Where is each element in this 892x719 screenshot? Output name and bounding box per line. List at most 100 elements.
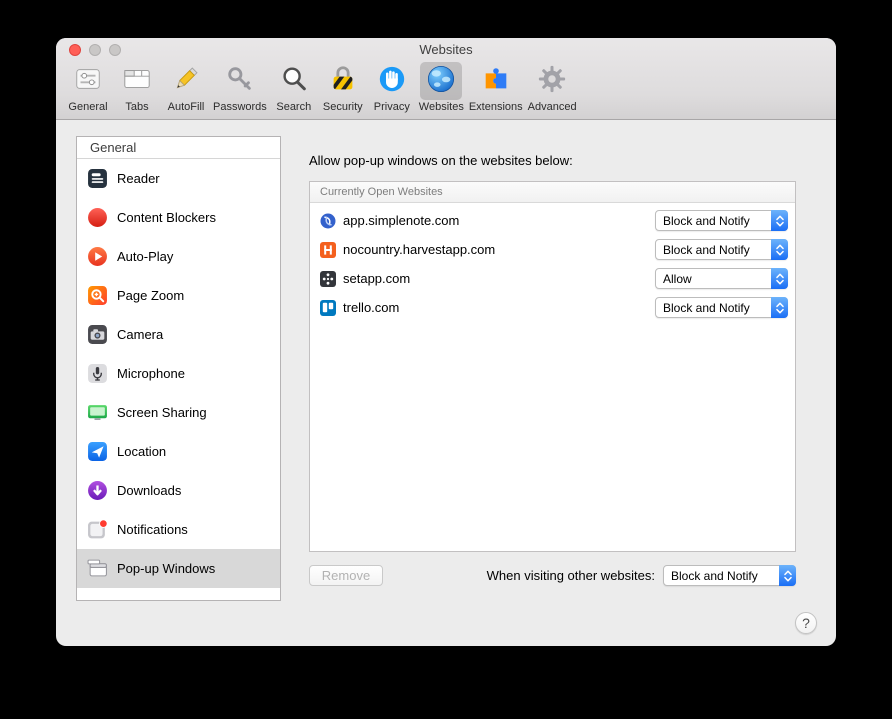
sidebar-section-header: General — [77, 137, 280, 159]
sidebar-item-label: Camera — [117, 327, 163, 342]
toolbar-item-websites[interactable]: Websites — [419, 62, 464, 113]
sidebar-item-page-zoom[interactable]: Page Zoom — [77, 276, 280, 315]
sidebar-item-content-blockers[interactable]: Content Blockers — [77, 198, 280, 237]
updown-chevrons-icon — [771, 268, 788, 289]
simplenote-favicon — [320, 213, 336, 229]
table-row[interactable]: nocountry.harvestapp.com Block and Notif… — [310, 235, 795, 264]
toolbar-item-passwords[interactable]: Passwords — [213, 62, 267, 113]
toolbar-label: Passwords — [213, 101, 267, 113]
updown-chevrons-icon — [779, 565, 796, 586]
sidebar-item-location[interactable]: Location — [77, 432, 280, 471]
help-button[interactable]: ? — [795, 612, 817, 634]
toolbar-label: AutoFill — [168, 101, 205, 113]
sidebar-item-label: Content Blockers — [117, 210, 216, 225]
site-setting-select[interactable]: Block and Notify — [655, 239, 788, 260]
sidebar-item-downloads[interactable]: Downloads — [77, 471, 280, 510]
pencil-icon — [171, 64, 201, 99]
toolbar-item-security[interactable]: Security — [321, 62, 365, 113]
harvest-favicon — [320, 242, 336, 258]
toolbar-item-extensions[interactable]: Extensions — [469, 62, 523, 113]
other-websites-select[interactable]: Block and Notify — [663, 565, 796, 586]
site-name: trello.com — [343, 300, 655, 315]
updown-chevrons-icon — [771, 297, 788, 318]
window-header: Websites General Tabs AutoFill — [56, 38, 836, 120]
toolbar-label: Websites — [419, 101, 464, 113]
tabs-icon — [122, 64, 152, 99]
hand-icon — [377, 64, 407, 99]
puzzle-icon — [481, 64, 511, 99]
play-icon — [87, 246, 108, 267]
sidebar-item-label: Microphone — [117, 366, 185, 381]
minimize-button[interactable] — [89, 44, 101, 56]
toolbar-label: Tabs — [125, 101, 148, 113]
sidebar-item-label: Notifications — [117, 522, 188, 537]
sidebar-item-notifications[interactable]: Notifications — [77, 510, 280, 549]
popup-selected-value: Block and Notify — [664, 569, 779, 583]
sidebar-item-label: Screen Sharing — [117, 405, 207, 420]
site-setting-select[interactable]: Block and Notify — [655, 297, 788, 318]
location-arrow-icon — [87, 441, 108, 462]
window-title: Websites — [56, 38, 836, 62]
popup-window-icon — [87, 558, 108, 579]
sidebar-item-label: Reader — [117, 171, 160, 186]
table-header: Currently Open Websites — [310, 182, 795, 203]
sidebar-item-pop-up-windows[interactable]: Pop-up Windows — [77, 549, 280, 588]
sidebar-item-screen-sharing[interactable]: Screen Sharing — [77, 393, 280, 432]
microphone-icon — [87, 363, 108, 384]
toolbar-item-advanced[interactable]: Advanced — [528, 62, 577, 113]
sidebar-item-microphone[interactable]: Microphone — [77, 354, 280, 393]
websites-sidebar: General Reader Content Blockers Auto-Pla… — [76, 136, 281, 601]
camera-icon — [87, 324, 108, 345]
popup-selected-value: Block and Notify — [656, 301, 771, 315]
table-row[interactable]: setapp.com Allow — [310, 264, 795, 293]
open-websites-table: Currently Open Websites app.simplenote.c… — [309, 181, 796, 552]
general-icon — [73, 64, 103, 99]
globe-icon — [426, 64, 456, 99]
popup-selected-value: Block and Notify — [656, 243, 771, 257]
toolbar-item-autofill[interactable]: AutoFill — [164, 62, 208, 113]
gear-icon — [537, 64, 567, 99]
toolbar-item-general[interactable]: General — [66, 62, 110, 113]
pane-footer: Remove When visiting other websites: Blo… — [309, 565, 796, 586]
titlebar: Websites — [56, 38, 836, 60]
traffic-lights — [69, 44, 121, 56]
zoom-button[interactable] — [109, 44, 121, 56]
table-row[interactable]: app.simplenote.com Block and Notify — [310, 206, 795, 235]
popup-selected-value: Allow — [656, 272, 771, 286]
sidebar-item-label: Auto-Play — [117, 249, 173, 264]
sidebar-item-camera[interactable]: Camera — [77, 315, 280, 354]
remove-button[interactable]: Remove — [309, 565, 383, 586]
site-setting-select[interactable]: Allow — [655, 268, 788, 289]
toolbar-label: Search — [276, 101, 311, 113]
popup-selected-value: Block and Notify — [656, 214, 771, 228]
sidebar-item-label: Downloads — [117, 483, 181, 498]
site-setting-select[interactable]: Block and Notify — [655, 210, 788, 231]
key-icon — [225, 64, 255, 99]
toolbar-item-privacy[interactable]: Privacy — [370, 62, 414, 113]
safari-preferences-window: Websites General Tabs AutoFill — [56, 38, 836, 646]
site-name: app.simplenote.com — [343, 213, 655, 228]
toolbar-item-tabs[interactable]: Tabs — [115, 62, 159, 113]
reader-icon — [87, 168, 108, 189]
notification-badge-icon — [87, 519, 108, 540]
updown-chevrons-icon — [771, 239, 788, 260]
trello-favicon — [320, 300, 336, 316]
site-name: setapp.com — [343, 271, 655, 286]
toolbar-label: General — [68, 101, 107, 113]
stop-icon — [87, 207, 108, 228]
site-name: nocountry.harvestapp.com — [343, 242, 655, 257]
toolbar-label: Advanced — [528, 101, 577, 113]
screen-sharing-icon — [87, 402, 108, 423]
setapp-favicon — [320, 271, 336, 287]
magnifier-icon — [279, 64, 309, 99]
toolbar-label: Security — [323, 101, 363, 113]
close-button[interactable] — [69, 44, 81, 56]
table-row[interactable]: trello.com Block and Notify — [310, 293, 795, 322]
sidebar-item-label: Pop-up Windows — [117, 561, 215, 576]
updown-chevrons-icon — [771, 210, 788, 231]
sidebar-item-auto-play[interactable]: Auto-Play — [77, 237, 280, 276]
toolbar-item-search[interactable]: Search — [272, 62, 316, 113]
sidebar-item-reader[interactable]: Reader — [77, 159, 280, 198]
zoom-magnifier-icon — [87, 285, 108, 306]
preferences-toolbar: General Tabs AutoFill Passwords — [56, 60, 836, 119]
